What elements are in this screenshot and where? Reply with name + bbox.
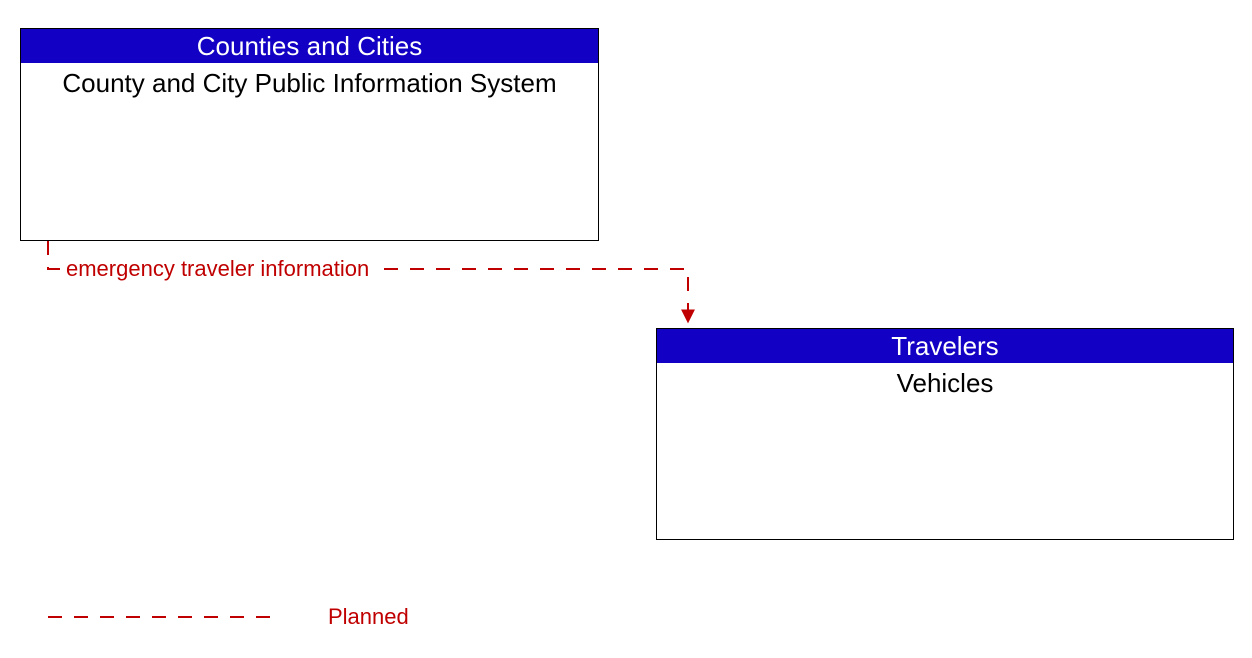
node-source-header: Counties and Cities xyxy=(21,29,598,63)
legend-planned-label: Planned xyxy=(328,604,409,630)
node-source-body: County and City Public Information Syste… xyxy=(21,63,598,99)
node-target-header: Travelers xyxy=(657,329,1233,363)
flow-label: emergency traveler information xyxy=(62,256,373,282)
node-target-body: Vehicles xyxy=(657,363,1233,399)
node-source: Counties and Cities County and City Publ… xyxy=(20,28,599,241)
node-target: Travelers Vehicles xyxy=(656,328,1234,540)
